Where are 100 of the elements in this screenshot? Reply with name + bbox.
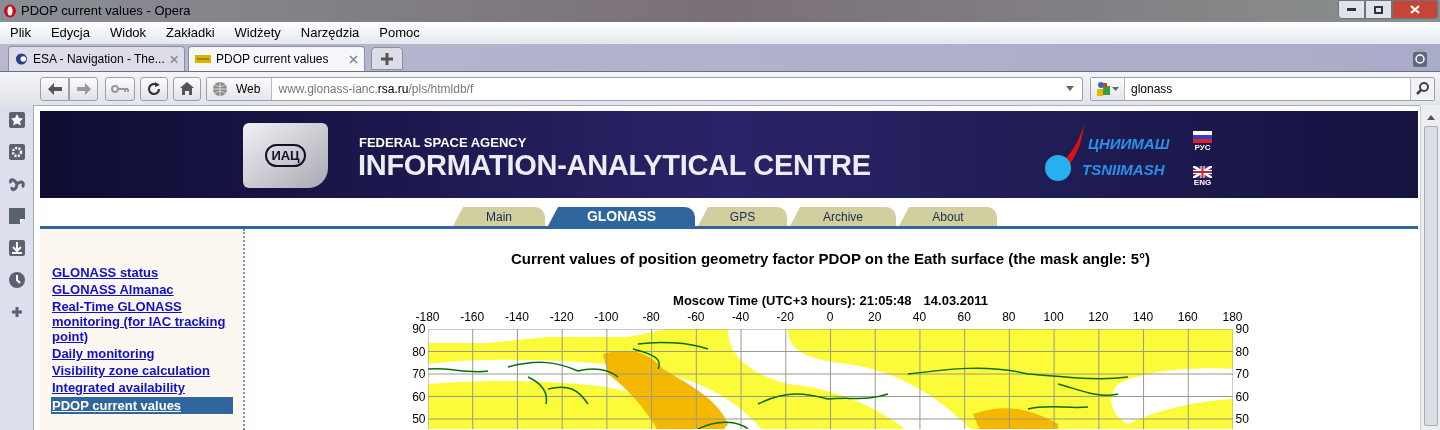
logo-text: ИАЦ — [265, 143, 306, 168]
longitude-label: -180 — [415, 311, 440, 323]
latitude-label: 50 — [412, 413, 426, 425]
nav-tab[interactable]: GLONASS — [548, 207, 695, 226]
close-icon — [1410, 5, 1420, 14]
right-arrow-icon — [76, 82, 91, 95]
clock-icon[interactable] — [7, 271, 26, 289]
settings-icon[interactable] — [7, 143, 26, 161]
nav-tab[interactable]: Archive — [790, 207, 896, 226]
longitude-label: 40 — [912, 311, 927, 323]
address-mode-label: Web — [236, 80, 262, 98]
plus-icon — [381, 52, 393, 65]
menu-item[interactable]: Widok — [110, 23, 147, 43]
longitude-label: 60 — [957, 311, 971, 323]
new-tab-button[interactable] — [371, 47, 403, 70]
nav-tab[interactable]: Main — [453, 207, 545, 226]
tab-title: ESA - Navigation - The... — [32, 51, 165, 68]
download-icon[interactable] — [7, 239, 26, 257]
latitude-label: 60 — [412, 390, 426, 403]
date-label: 14.03.2011 — [923, 291, 988, 310]
longitude-label: -20 — [776, 311, 794, 323]
home-icon — [180, 82, 194, 95]
language-link[interactable]: ENG — [1193, 178, 1212, 188]
longitude-label: 20 — [868, 311, 882, 323]
flag-icon[interactable] — [1193, 166, 1212, 178]
longitude-label: -120 — [549, 311, 574, 323]
nav-tab[interactable]: About — [899, 207, 997, 226]
time-label: Moscow Time (UTC+3 hours): 21:05:48 — [673, 291, 912, 310]
menu-item[interactable]: Pomoc — [379, 23, 420, 43]
longitude-label: 80 — [1002, 311, 1016, 323]
left-arrow-icon — [47, 82, 62, 95]
partner-name-en: TSNIIMASH — [1082, 160, 1165, 180]
page-icon — [195, 54, 211, 64]
dropdown-caret-icon[interactable] — [1066, 86, 1074, 91]
close-icon — [349, 54, 358, 64]
sidebar-link[interactable]: GLONASS status — [51, 265, 233, 280]
longitude-label: -140 — [504, 311, 529, 323]
key-button[interactable] — [105, 76, 135, 101]
longitude-label: 0 — [826, 311, 834, 323]
fan-icon[interactable] — [7, 175, 26, 193]
menu-item[interactable]: Narzędzia — [300, 23, 360, 43]
longitude-label: 100 — [1043, 311, 1064, 323]
page-heading: Current values of position geometry factor PDOP on the Eath surface (the mask angle: 5°) — [510, 249, 1151, 269]
window-title: PDOP current values - Opera — [21, 2, 191, 21]
home-button[interactable] — [173, 76, 201, 101]
sidebar-link[interactable]: Daily monitoring — [51, 346, 233, 361]
latitude-label: 80 — [1235, 345, 1249, 358]
restore-button[interactable] — [1365, 0, 1392, 19]
longitude-label: -60 — [687, 311, 705, 323]
longitude-label: 180 — [1222, 311, 1243, 323]
latitude-label: 60 — [1235, 390, 1249, 403]
sidebar-link[interactable]: Real-Time GLONASS monitoring (for IAC tracking point) — [51, 299, 233, 344]
close-button[interactable] — [1392, 0, 1438, 19]
menu-item[interactable]: Plik — [10, 23, 31, 43]
search-icon — [1416, 82, 1429, 95]
longitude-label: 140 — [1133, 311, 1154, 323]
tab-title: PDOP current values — [216, 51, 330, 68]
sidebar-link[interactable]: PDOP current values — [51, 397, 233, 414]
latitude-label: 90 — [412, 323, 426, 335]
browser-tab[interactable]: ESA - Navigation - The... — [8, 46, 185, 71]
search-field[interactable]: glonass — [1090, 76, 1435, 101]
menu-item[interactable]: Edycja — [50, 23, 90, 43]
browser-tab[interactable]: PDOP current values — [188, 46, 365, 71]
up-arrow-icon — [1426, 115, 1435, 120]
minimize-button[interactable] — [1338, 0, 1365, 19]
longitude-label: 160 — [1177, 311, 1198, 323]
back-button[interactable] — [40, 76, 69, 101]
longitude-label: -100 — [594, 311, 619, 323]
latitude-label: 70 — [1235, 368, 1249, 380]
sidebar-link[interactable]: GLONASS Almanac — [51, 282, 233, 297]
latitude-label: 70 — [412, 368, 426, 380]
key-icon — [111, 84, 129, 93]
bookmarks-icon[interactable] — [7, 111, 26, 129]
flag-icon[interactable] — [1193, 131, 1212, 143]
sidebar-link[interactable]: Integrated availability — [51, 380, 233, 395]
longitude-label: -40 — [731, 311, 750, 323]
note-icon[interactable] — [7, 207, 26, 225]
opera-logo-icon — [3, 4, 17, 18]
partner-name-ru: ЦНИИМАШ — [1088, 134, 1170, 154]
reload-button[interactable] — [140, 76, 168, 101]
menu-item[interactable]: Zakładki — [166, 23, 215, 43]
menu-item[interactable]: Widżety — [234, 23, 281, 43]
address-field[interactable]: Web www.glonass-ianc.rsa.ru/pls/htmldb/f — [206, 76, 1083, 101]
close-icon — [169, 54, 178, 64]
nav-tab[interactable]: GPS — [698, 207, 787, 226]
sidebar-link[interactable]: Visibility zone calculation — [51, 363, 233, 378]
tsniimash-logo-icon — [1044, 125, 1085, 182]
dropdown-caret-icon — [1112, 86, 1119, 91]
search-button[interactable] — [1410, 77, 1434, 100]
latitude-label: 90 — [1235, 323, 1249, 335]
latitude-label: 50 — [1235, 413, 1249, 425]
search-engine-icon — [1096, 80, 1110, 97]
longitude-label: -160 — [460, 311, 485, 323]
search-text: glonass — [1131, 80, 1174, 98]
longitude-label: -80 — [642, 311, 660, 323]
reload-icon — [147, 81, 161, 96]
latitude-label: 80 — [412, 345, 426, 358]
scrollbar[interactable] — [1420, 105, 1440, 430]
url-text: www.glonass-ianc.rsa.ru/pls/htmldb/f — [278, 80, 475, 98]
language-link[interactable]: РУС — [1194, 143, 1211, 153]
